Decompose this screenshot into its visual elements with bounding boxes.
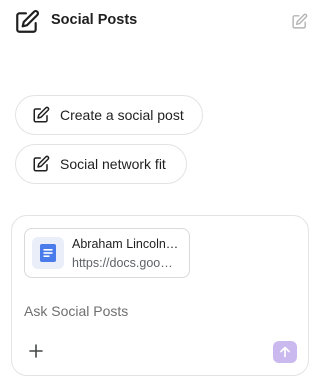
- arrow-up-icon: [280, 346, 290, 358]
- attachment-chip[interactable]: Abraham Lincoln… https://docs.goo…: [24, 228, 190, 278]
- attachment-name: Abraham Lincoln…: [72, 237, 179, 251]
- send-button[interactable]: [273, 341, 297, 363]
- new-chat-button[interactable]: [291, 13, 308, 30]
- plus-icon: [29, 344, 43, 358]
- suggestion-label: Create a social post: [60, 107, 184, 123]
- add-attachment-button[interactable]: [28, 343, 44, 359]
- edit-square-icon: [292, 13, 308, 29]
- suggestion-label: Social network fit: [60, 156, 166, 172]
- suggestion-create-social-post[interactable]: Create a social post: [15, 95, 203, 135]
- page-title: Social Posts: [51, 12, 138, 28]
- prompt-input[interactable]: [24, 301, 294, 321]
- header: Social Posts: [0, 0, 323, 44]
- prompt-composer: Abraham Lincoln… https://docs.goo…: [11, 215, 309, 376]
- attachment-url: https://docs.goo…: [72, 256, 173, 270]
- edit-square-icon: [33, 106, 50, 123]
- google-docs-icon: [32, 237, 64, 269]
- edit-square-icon: [14, 9, 40, 35]
- suggestion-social-network-fit[interactable]: Social network fit: [15, 144, 187, 184]
- edit-square-icon: [33, 155, 50, 172]
- social-posts-panel: Social Posts Create a social post Social…: [0, 0, 323, 385]
